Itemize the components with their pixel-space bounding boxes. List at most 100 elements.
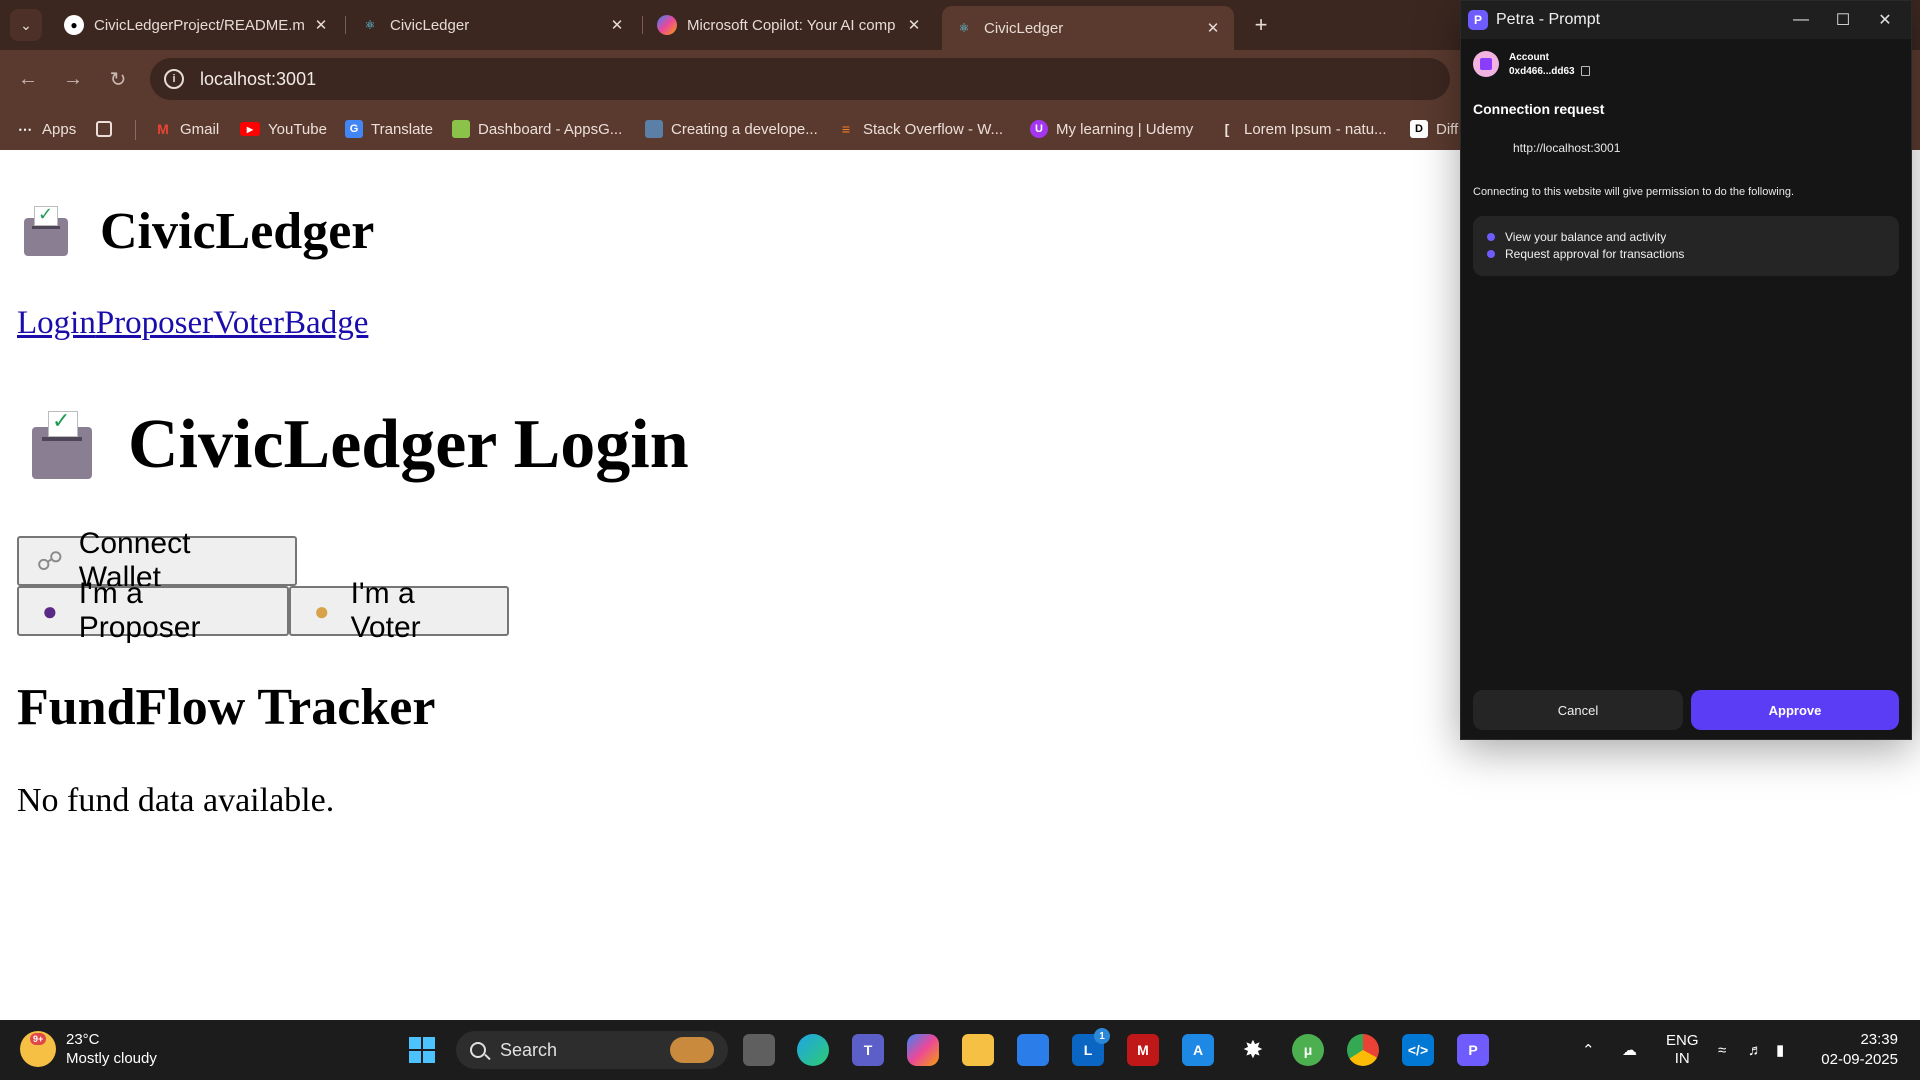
person-icon: ● [42, 595, 58, 626]
cancel-button[interactable]: Cancel [1473, 690, 1683, 730]
windows-start-icon[interactable] [406, 1034, 438, 1066]
bookmark-label: Translate [371, 120, 433, 138]
bookmark-label: Diff [1436, 120, 1459, 138]
teams-icon[interactable]: T [852, 1034, 884, 1066]
system-clock[interactable]: 23:39 02-09-2025 [1821, 1030, 1898, 1070]
react-icon: ⚛ [958, 21, 970, 35]
nav-link-voter[interactable]: Voter [213, 305, 284, 341]
account-label: Account [1509, 51, 1549, 63]
notification-badge: 1 [1094, 1028, 1110, 1044]
forward-arrow-icon[interactable]: → [58, 64, 88, 94]
close-icon[interactable]: ✕ [1865, 7, 1905, 33]
web-page: ✓ CivicLedger LoginProposerVoterBadge ✓ … [0, 150, 1460, 1020]
language-indicator[interactable]: ENG IN [1666, 1020, 1699, 1080]
bookmark-dashboard[interactable]: Dashboard - AppsG... [452, 116, 622, 142]
site-info-icon[interactable]: i [164, 69, 184, 89]
tab-readme[interactable]: ● CivicLedgerProject/README.md ✕ [52, 6, 342, 44]
reload-icon[interactable]: ↻ [103, 64, 133, 94]
nav-link-proposer[interactable]: Proposer [96, 305, 213, 341]
fundflow-heading: FundFlow Tracker [17, 679, 436, 736]
show-hidden-icons-chevron-icon[interactable]: ⌃ [1582, 1020, 1595, 1080]
account-section: Account 0xd466...dd63 [1473, 51, 1590, 77]
taskbar-search[interactable]: Search [456, 1031, 728, 1069]
approve-button[interactable]: Approve [1691, 690, 1899, 730]
bookmark-apps[interactable]: ⋯ Apps [16, 116, 76, 142]
onedrive-error-icon[interactable]: ☁ [1622, 1020, 1637, 1080]
maximize-icon[interactable]: ☐ [1823, 7, 1863, 33]
connection-url: http://localhost:3001 [1513, 141, 1621, 155]
proposer-button[interactable]: ● I'm a Proposer [17, 577, 289, 644]
bookmark-lorem[interactable]: [ Lorem Ipsum - natu... [1218, 116, 1387, 142]
edge-icon[interactable] [797, 1034, 829, 1066]
youtube-icon: ▶ [240, 122, 260, 136]
close-icon[interactable]: ✕ [608, 16, 626, 34]
connection-request-title: Connection request [1473, 101, 1605, 117]
account-avatar [1473, 51, 1499, 77]
udemy-icon: U [1030, 120, 1048, 138]
appsgeyser-icon [452, 120, 470, 138]
chatgpt-icon[interactable]: ✸ [1237, 1034, 1269, 1066]
wifi-icon[interactable]: ≈ [1718, 1020, 1726, 1080]
ballot-box-icon: ✓ [18, 204, 74, 260]
vscode-icon[interactable]: </> [1402, 1034, 1434, 1066]
permission-item: View your balance and activity [1487, 228, 1899, 245]
back-arrow-icon[interactable]: ← [13, 64, 43, 94]
search-icon [470, 1042, 486, 1058]
petra-wallet-window: P Petra - Prompt — ☐ ✕ Account 0xd466...… [1460, 0, 1912, 740]
voter-button[interactable]: ● I'm a Voter [289, 577, 509, 644]
close-icon[interactable]: ✕ [312, 16, 330, 34]
new-tab-plus-icon[interactable]: + [1246, 10, 1276, 40]
close-icon[interactable]: ✕ [905, 16, 923, 34]
file-explorer-icon[interactable] [962, 1034, 994, 1066]
bookmark-label: Stack Overflow - W... [863, 120, 1004, 138]
copy-icon[interactable] [1580, 66, 1590, 76]
link-icon: ☍ [36, 545, 64, 576]
mcafee-icon[interactable]: M [1127, 1034, 1159, 1066]
bookmark-label: Gmail [180, 120, 220, 138]
address-url[interactable]: localhost:3001 [200, 69, 316, 90]
apps-grid-icon: ⋯ [18, 120, 32, 137]
person-raising-hand-icon: ● [313, 595, 330, 626]
chrome-icon[interactable] [1347, 1034, 1379, 1066]
battery-icon[interactable]: ▮ [1776, 1020, 1784, 1080]
tab-title: Microsoft Copilot: Your AI comp [687, 16, 896, 34]
linkedin-icon[interactable]: L1 [1072, 1028, 1110, 1066]
task-view-icon[interactable] [743, 1034, 775, 1066]
bookmark-udemy[interactable]: U My learning | Udemy [1030, 116, 1193, 142]
diff-icon: D [1410, 120, 1428, 138]
bookmark-creating[interactable]: Creating a develope... [645, 116, 818, 142]
tab-civicledger-active[interactable]: ⚛ CivicLedger ✕ [942, 6, 1234, 50]
utorrent-icon[interactable]: μ [1292, 1034, 1324, 1066]
temperature: 23°C [66, 1031, 100, 1048]
bookmark-gmail[interactable]: M Gmail [154, 116, 219, 142]
bookmark-youtube[interactable]: ▶ YouTube [240, 116, 327, 142]
tab-civicledger[interactable]: ⚛ CivicLedger ✕ [348, 6, 638, 44]
minimize-icon[interactable]: — [1781, 7, 1821, 33]
bookmark-launcher[interactable] [96, 116, 120, 142]
bookmark-label: Lorem Ipsum - natu... [1244, 120, 1387, 138]
petra-wallet-icon[interactable]: P [1457, 1034, 1489, 1066]
login-title: CivicLedger Login [128, 406, 689, 483]
nav-link-login[interactable]: Login [17, 305, 96, 341]
stackoverflow-icon: ≡ [841, 121, 851, 137]
petra-logo-icon: P [1468, 10, 1488, 30]
address-bar[interactable]: i localhost:3001 [150, 58, 1450, 100]
bookmark-diff[interactable]: D Diff [1410, 116, 1460, 142]
copilot-icon[interactable] [907, 1034, 939, 1066]
clock-date: 02-09-2025 [1821, 1051, 1898, 1068]
bookmark-translate[interactable]: G Translate [345, 116, 433, 142]
nav-links: LoginProposerVoterBadge [17, 305, 368, 342]
tab-copilot[interactable]: Microsoft Copilot: Your AI comp ✕ [645, 6, 935, 44]
bookmark-stackoverflow[interactable]: ≡ Stack Overflow - W... [837, 116, 1003, 142]
account-address: 0xd466...dd63 [1509, 65, 1575, 77]
nav-link-badge[interactable]: Badge [284, 305, 368, 341]
pen-app-icon[interactable]: A [1182, 1034, 1214, 1066]
tab-search-chevron-icon[interactable]: ⌄ [10, 9, 42, 41]
microsoft-store-icon[interactable] [1017, 1034, 1049, 1066]
petra-titlebar: P Petra - Prompt — ☐ ✕ [1461, 1, 1911, 39]
volume-icon[interactable]: ♬ [1748, 1020, 1763, 1080]
language-code: ENG [1666, 1032, 1699, 1049]
weather-widget[interactable]: 9+ 23°C Mostly cloudy [20, 1030, 157, 1068]
close-icon[interactable]: ✕ [1204, 19, 1222, 37]
copilot-icon [657, 15, 677, 35]
